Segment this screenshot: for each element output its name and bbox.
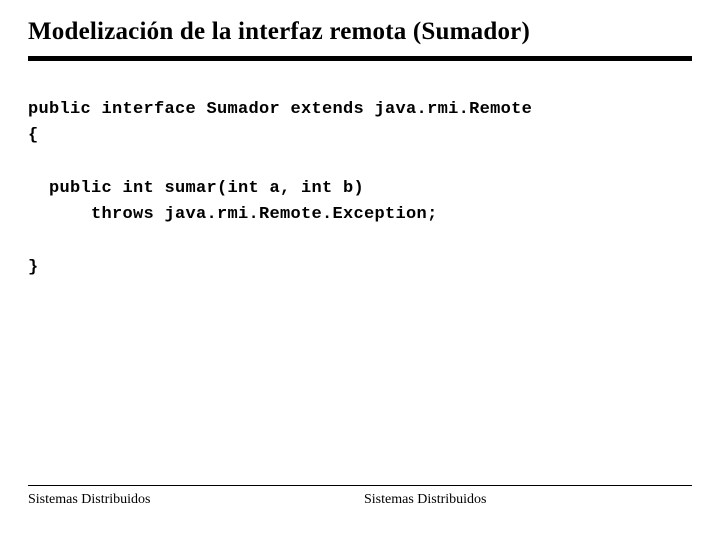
- slide: Modelización de la interfaz remota (Suma…: [0, 0, 720, 540]
- code-line: public int sumar(int a, int b): [28, 179, 364, 198]
- code-block: public interface Sumador extends java.rm…: [28, 97, 692, 281]
- code-line: }: [28, 258, 39, 277]
- code-line: public interface Sumador extends java.rm…: [28, 100, 532, 119]
- title-rule: [28, 56, 692, 61]
- footer-rule: [28, 485, 692, 486]
- code-line: throws java.rmi.Remote.Exception;: [28, 205, 438, 224]
- footer-row: Sistemas Distribuidos Sistemas Distribui…: [28, 492, 692, 508]
- footer: Sistemas Distribuidos Sistemas Distribui…: [0, 485, 720, 508]
- code-line: {: [28, 126, 39, 145]
- footer-right-text: Sistemas Distribuidos: [360, 492, 692, 508]
- footer-left-text: Sistemas Distribuidos: [28, 492, 360, 508]
- slide-title: Modelización de la interfaz remota (Suma…: [28, 18, 692, 46]
